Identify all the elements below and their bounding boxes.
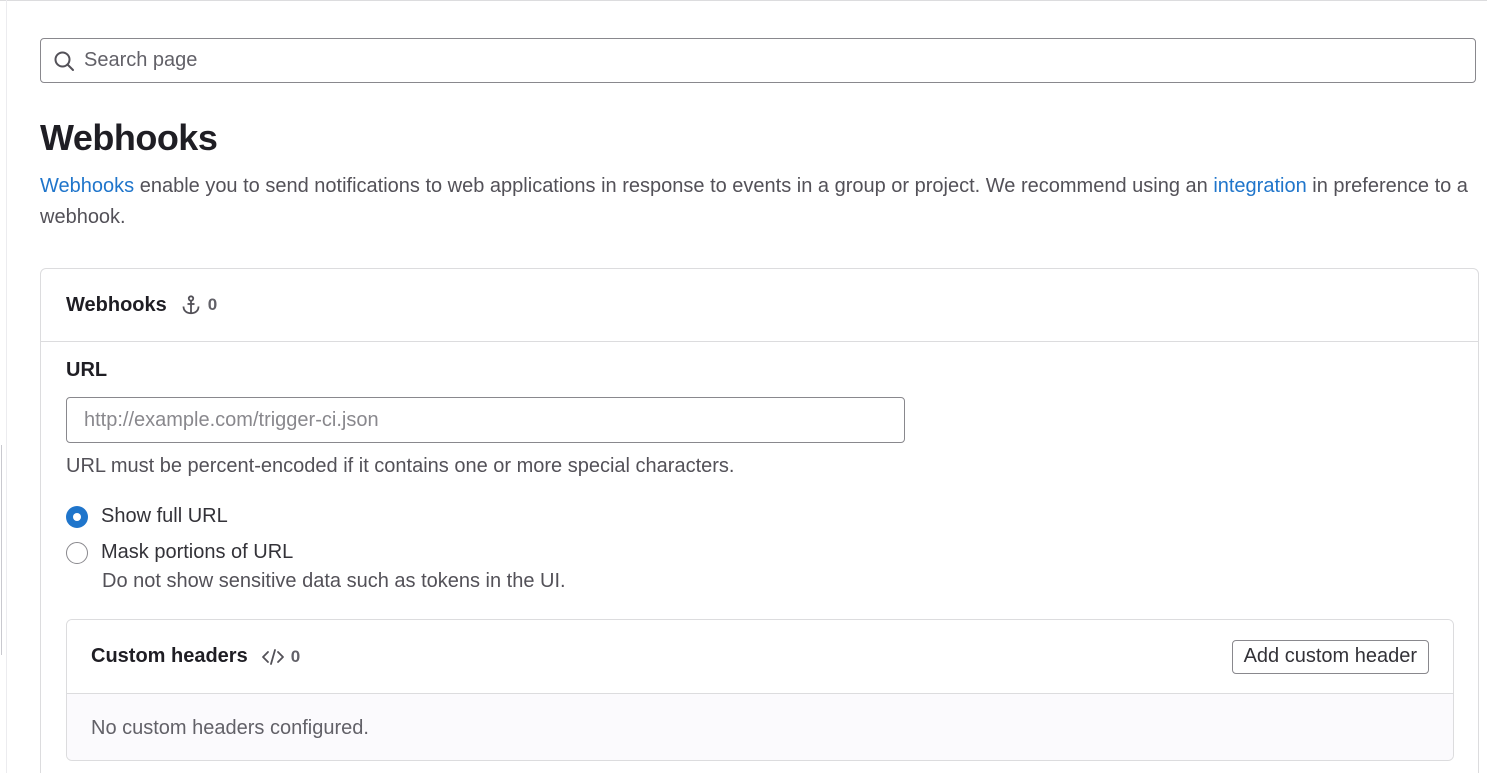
webhooks-card-header: Webhooks 0 — [41, 269, 1478, 342]
page-title: Webhooks — [40, 117, 218, 158]
custom-headers-card: Custom headers 0 Add custom header No cu… — [66, 619, 1454, 761]
search-icon — [53, 50, 75, 72]
page-description: Webhooks enable you to send notification… — [40, 171, 1480, 233]
custom-headers-count-value: 0 — [290, 646, 301, 666]
webhooks-docs-link[interactable]: Webhooks — [40, 175, 134, 197]
radio-show-full-url[interactable]: Show full URL — [66, 505, 228, 528]
code-icon — [261, 648, 284, 665]
search-input[interactable] — [82, 48, 1475, 73]
url-help-text: URL must be percent-encoded if it contai… — [66, 455, 735, 477]
description-text-1: enable you to send notifications to web … — [134, 175, 1214, 197]
radio-show-full-url-input[interactable] — [66, 505, 88, 528]
radio-show-full-url-label: Show full URL — [101, 505, 228, 527]
custom-headers-title: Custom headers — [91, 645, 248, 667]
search-box[interactable] — [40, 38, 1476, 83]
add-custom-header-button[interactable]: Add custom header — [1231, 639, 1429, 674]
top-divider — [0, 0, 1487, 1]
url-input[interactable] — [66, 397, 905, 443]
mask-url-help-text: Do not show sensitive data such as token… — [102, 570, 566, 592]
radio-mask-url-input[interactable] — [66, 541, 88, 564]
webhooks-count: 0 — [180, 294, 217, 316]
custom-headers-header: Custom headers 0 Add custom header — [67, 620, 1453, 694]
page: Webhooks Webhooks enable you to send not… — [0, 0, 1487, 773]
custom-headers-count: 0 — [261, 647, 300, 667]
webhooks-card: Webhooks 0 URL URL must be percent-encod… — [40, 268, 1479, 773]
anchor-icon — [182, 295, 200, 315]
custom-headers-empty: No custom headers configured. — [67, 694, 1453, 760]
left-divider — [6, 0, 7, 773]
webhooks-card-title: Webhooks — [66, 293, 167, 316]
radio-mask-url[interactable]: Mask portions of URL — [66, 541, 293, 564]
integration-link[interactable]: integration — [1213, 175, 1306, 197]
left-scroll-edge — [1, 445, 2, 655]
url-label: URL — [66, 359, 108, 381]
radio-mask-url-label: Mask portions of URL — [101, 541, 294, 563]
webhooks-count-value: 0 — [207, 295, 218, 314]
